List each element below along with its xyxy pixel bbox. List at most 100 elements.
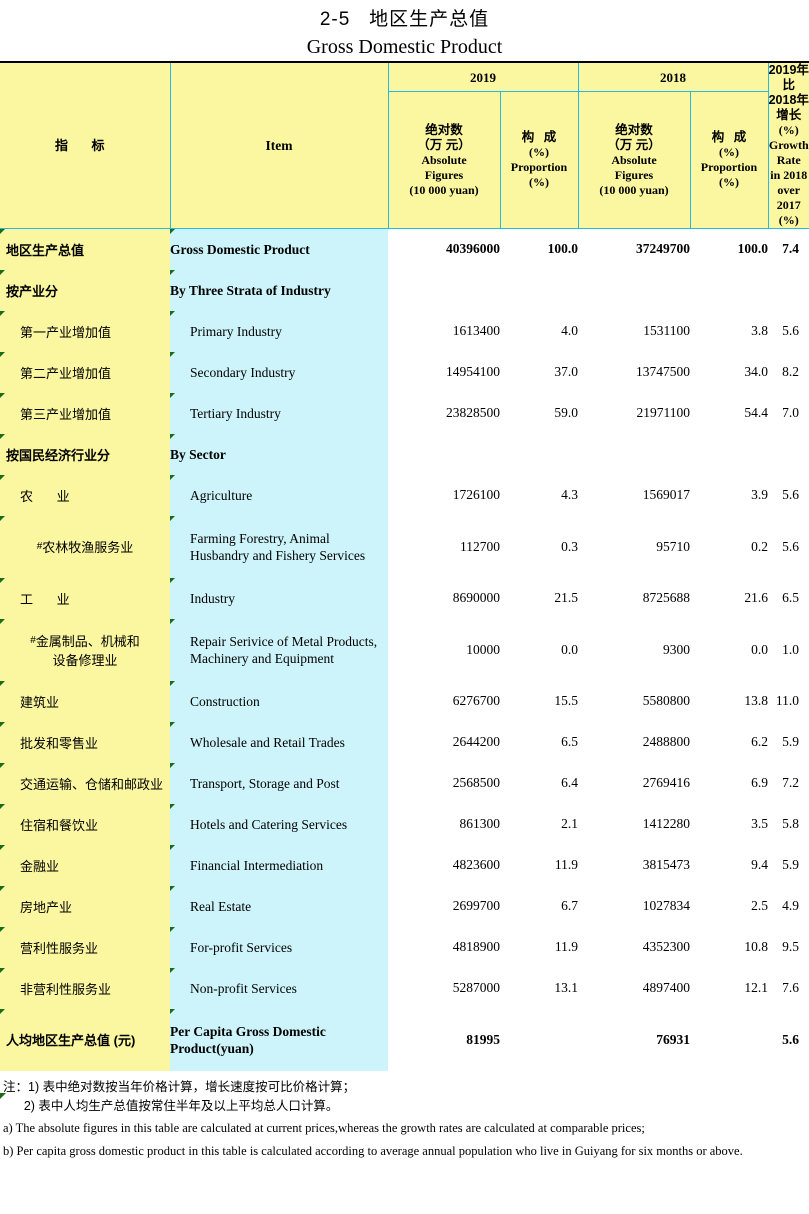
- row-item-label: Industry: [190, 590, 235, 606]
- row-growth-rate: 7.6: [768, 967, 809, 1009]
- table-row: 人均地区生产总值 (元) Per Capita Gross Domestic Pro…: [0, 1008, 809, 1071]
- abs2-en-line-1: Absolute: [611, 152, 657, 167]
- comment-marker-icon: [0, 762, 5, 768]
- comment-marker-icon: [170, 433, 175, 439]
- row-absolute-2018: 8725688: [578, 577, 690, 619]
- row-absolute-2018: 1412280: [578, 803, 690, 845]
- comment-marker-icon: [170, 474, 175, 480]
- row-indicator-label: 按国民经济行业分: [6, 447, 111, 463]
- row-indicator-cn: 住宿和餐饮业: [0, 803, 170, 845]
- row-proportion-2018: 10.8: [690, 926, 768, 968]
- row-item-en: Per Capita Gross Domestic Product(yuan): [170, 1008, 388, 1071]
- row-absolute-2019: [388, 433, 500, 475]
- row-absolute-2018: 9300: [578, 618, 690, 681]
- row-proportion-2018: 0.2: [690, 515, 768, 578]
- row-item-en: Real Estate: [170, 885, 388, 927]
- page-title-block: 2-5 地区生产总值 Gross Domestic Product: [0, 0, 809, 61]
- row-proportion-2019: 6.5: [500, 721, 578, 763]
- comment-marker-icon: [0, 269, 5, 275]
- row-indicator-label: 房地产业: [20, 899, 73, 915]
- table-row: 非营利性服务业 Non-profit Services 5287000 13.1 489…: [0, 967, 809, 1009]
- row-indicator-cn: 第一产业增加值: [0, 310, 170, 352]
- abs-en-line-2: Figures: [424, 167, 464, 182]
- row-item-en: By Three Strata of Industry: [170, 269, 388, 311]
- row-indicator-label: 金融业: [20, 858, 60, 874]
- row-indicator-label: 第一产业增加值: [20, 324, 112, 340]
- row-absolute-2018: 4897400: [578, 967, 690, 1009]
- row-absolute-2019: 23828500: [388, 392, 500, 434]
- row-absolute-2019: 14954100: [388, 351, 500, 393]
- growth-pct-2: (%): [778, 213, 799, 227]
- row-absolute-2018: 1531100: [578, 310, 690, 352]
- row-proportion-2019: 15.5: [500, 680, 578, 722]
- col-header-year-2018: 2018: [577, 61, 769, 93]
- row-absolute-2018: 13747500: [578, 351, 690, 393]
- comment-marker-icon: [170, 967, 175, 973]
- pro-en-line: Proportion: [510, 160, 568, 175]
- table-row: 住宿和餐饮业 Hotels and Catering Services 861300…: [0, 803, 809, 845]
- row-indicator-label: 营利性服务业: [20, 940, 99, 956]
- row-indicator-cn: 人均地区生产总值 (元): [0, 1008, 170, 1071]
- row-indicator-label: 非营利性服务业: [20, 981, 112, 997]
- comment-marker-icon: [0, 577, 5, 583]
- table-row: 第一产业增加值 Primary Industry 1613400 4.0 1531100…: [0, 310, 809, 352]
- col-header-absolute-2019: 绝对数 （万 元） Absolute Figures (10 000 yuan): [387, 91, 501, 229]
- row-growth-rate: 7.2: [768, 762, 809, 804]
- row-item-en: Transport, Storage and Post: [170, 762, 388, 804]
- row-absolute-2018: 2488800: [578, 721, 690, 763]
- row-indicator-cn: #农林牧渔服务业: [0, 515, 170, 578]
- row-proportion-2018: 34.0: [690, 351, 768, 393]
- row-item-label: Construction: [190, 693, 260, 709]
- row-indicator-label: 按产业分: [6, 283, 59, 299]
- row-proportion-2018: [690, 269, 768, 311]
- row-indicator-cn: 房地产业: [0, 885, 170, 927]
- row-absolute-2019: 2568500: [388, 762, 500, 804]
- table-row: 工 业 Industry 8690000 21.5 8725688 21.6 6.5: [0, 577, 809, 619]
- row-item-en: Gross Domestic Product: [170, 228, 388, 270]
- comment-marker-icon: [0, 433, 5, 439]
- row-absolute-2018: 1569017: [578, 474, 690, 516]
- row-item-en: Agriculture: [170, 474, 388, 516]
- comment-marker-icon: [170, 844, 175, 850]
- row-item-en: Construction: [170, 680, 388, 722]
- table-row: 房地产业 Real Estate 2699700 6.7 1027834 2.5 4.9: [0, 885, 809, 927]
- row-proportion-2019: 6.4: [500, 762, 578, 804]
- row-growth-rate: 1.0: [768, 618, 809, 681]
- row-proportion-2019: 37.0: [500, 351, 578, 393]
- row-item-label: Farming Forestry, Animal Husbandry and Fi…: [190, 530, 366, 563]
- abs-en-line-3: (10 000 yuan): [409, 182, 479, 197]
- comment-marker-icon: [170, 803, 175, 809]
- pro2-en-line: Proportion: [700, 160, 758, 175]
- comment-marker-icon: [0, 310, 5, 316]
- row-absolute-2019: 112700: [388, 515, 500, 578]
- row-proportion-2018: 3.8: [690, 310, 768, 352]
- comment-marker-icon: [0, 392, 5, 398]
- comment-marker-icon: [170, 680, 175, 686]
- row-item-en: For-profit Services: [170, 926, 388, 968]
- row-proportion-2019: 2.1: [500, 803, 578, 845]
- table-row: 地区生产总值 Gross Domestic Product 40396000 100.…: [0, 228, 809, 270]
- row-growth-rate: 5.6: [768, 1008, 809, 1071]
- row-indicator-label: #金属制品、机械和 设备修理业: [30, 633, 140, 668]
- row-proportion-2018: [690, 433, 768, 475]
- row-absolute-2018: [578, 433, 690, 475]
- row-indicator-label: 住宿和餐饮业: [20, 817, 99, 833]
- comment-marker-icon: [170, 926, 175, 932]
- comment-marker-icon: [170, 392, 175, 398]
- row-growth-rate: [768, 433, 809, 475]
- row-growth-rate: 7.0: [768, 392, 809, 434]
- comment-marker-icon: [170, 269, 175, 275]
- row-proportion-2018: 6.9: [690, 762, 768, 804]
- row-indicator-label: 批发和零售业: [20, 735, 99, 751]
- row-proportion-2019: 11.9: [500, 926, 578, 968]
- comment-marker-icon: [0, 721, 5, 727]
- row-indicator-label: 建筑业: [20, 694, 60, 710]
- row-indicator-cn: 营利性服务业: [0, 926, 170, 968]
- row-item-en: Secondary Industry: [170, 351, 388, 393]
- row-growth-rate: 4.9: [768, 885, 809, 927]
- comment-marker-icon: [0, 885, 5, 891]
- growth-en-line-2: in 2018: [770, 168, 808, 182]
- row-item-label: Financial Intermediation: [190, 857, 324, 873]
- row-item-label: Non-profit Services: [190, 980, 297, 996]
- table-row: 第二产业增加值 Secondary Industry 14954100 37.0 137…: [0, 351, 809, 393]
